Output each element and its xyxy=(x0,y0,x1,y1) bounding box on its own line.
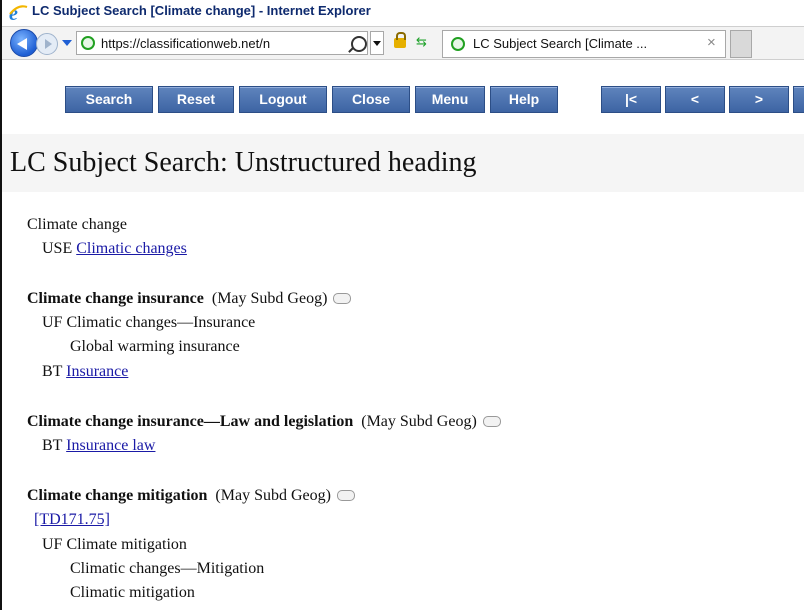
new-tab-button[interactable] xyxy=(730,30,752,58)
navigation-bar: https://classificationweb.net/n ⇆ LC Sub… xyxy=(2,27,804,60)
lock-icon[interactable] xyxy=(394,32,406,48)
menu-button[interactable]: Menu xyxy=(415,86,485,113)
uf-line: Climatic changes—Mitigation xyxy=(70,559,264,579)
bt-link[interactable]: Insurance xyxy=(66,363,128,380)
last-page-button-partial[interactable] xyxy=(793,86,804,113)
url-text[interactable]: https://classificationweb.net/n xyxy=(101,36,270,51)
bt-line: BT Insurance law xyxy=(42,436,155,456)
heading-text: Climate change mitigation xyxy=(27,487,208,504)
geog-qualifier: (May Subd Geog) xyxy=(215,487,331,504)
toolbar: Search Reset Logout Close Menu Help |< <… xyxy=(2,60,804,136)
use-link[interactable]: Climatic changes xyxy=(76,240,187,257)
search-button[interactable]: Search xyxy=(65,86,153,113)
page-icon xyxy=(81,36,95,50)
geog-qualifier: (May Subd Geog) xyxy=(211,290,328,307)
help-button[interactable]: Help xyxy=(490,86,558,113)
tab-title[interactable]: LC Subject Search [Climate ... xyxy=(473,36,647,51)
browser-window: e LC Subject Search [Climate change] - I… xyxy=(0,0,804,610)
uf-line: UF Climate mitigation xyxy=(42,535,187,555)
tab-close-icon[interactable]: × xyxy=(707,34,716,51)
class-number-link[interactable]: [TD171.75] xyxy=(34,511,110,528)
uf-term: Climatic changes—Mitigation xyxy=(70,560,265,577)
uf-line: UF Climatic changes—Insurance xyxy=(42,313,255,333)
bt-line: BT Insurance xyxy=(42,362,128,382)
reset-button[interactable]: Reset xyxy=(158,86,234,113)
results-content: Climate change USE Climatic changes Clim… xyxy=(2,196,804,610)
logout-button[interactable]: Logout xyxy=(239,86,327,113)
entry-heading: Climate change xyxy=(27,215,127,235)
heading-text: Climate change xyxy=(27,216,127,233)
uf-label: UF xyxy=(42,314,63,331)
uf-line: Global warming insurance xyxy=(70,337,240,357)
browser-tab[interactable]: LC Subject Search [Climate ... × xyxy=(442,30,726,58)
comment-icon[interactable] xyxy=(336,489,355,501)
heading-text: Climate change insurance xyxy=(27,290,204,307)
next-page-button[interactable]: > xyxy=(729,86,789,113)
history-dropdown-icon[interactable] xyxy=(62,40,72,46)
internet-explorer-icon: e xyxy=(9,3,28,23)
first-page-button[interactable]: |< xyxy=(601,86,661,113)
use-label: USE xyxy=(42,240,73,257)
uf-term: Climate mitigation xyxy=(66,536,187,553)
address-bar[interactable]: https://classificationweb.net/n xyxy=(76,31,368,55)
entry-heading: Climate change mitigation (May Subd Geog… xyxy=(27,486,355,506)
entry-heading: Climate change insurance (May Subd Geog) xyxy=(27,289,352,309)
title-bar: e LC Subject Search [Climate change] - I… xyxy=(2,0,804,27)
bt-label: BT xyxy=(42,437,63,454)
page-title: LC Subject Search: Unstructured heading xyxy=(10,147,477,178)
back-icon[interactable] xyxy=(10,29,38,57)
heading-text: Climate change insurance—Law and legisla… xyxy=(27,413,354,430)
bt-label: BT xyxy=(42,363,63,380)
refresh-icon[interactable]: ⇆ xyxy=(416,34,434,52)
search-icon[interactable] xyxy=(351,36,367,52)
entry-heading: Climate change insurance—Law and legisla… xyxy=(27,412,501,432)
window-title: LC Subject Search [Climate change] - Int… xyxy=(32,3,371,18)
uf-term: Global warming insurance xyxy=(70,338,240,355)
uf-label: UF xyxy=(42,536,63,553)
class-number-line: [TD171.75] xyxy=(34,510,110,530)
uf-term: Climatic changes—Insurance xyxy=(66,314,256,331)
close-button[interactable]: Close xyxy=(332,86,410,113)
comment-icon[interactable] xyxy=(333,292,352,304)
comment-icon[interactable] xyxy=(482,415,501,427)
tab-page-icon xyxy=(451,37,465,51)
bt-link[interactable]: Insurance law xyxy=(66,437,155,454)
uf-term: Climatic mitigation xyxy=(70,584,195,601)
geog-qualifier: (May Subd Geog) xyxy=(361,413,477,430)
address-dropdown-icon[interactable] xyxy=(370,31,384,55)
use-reference: USE Climatic changes xyxy=(42,239,187,259)
forward-icon[interactable] xyxy=(36,33,58,55)
uf-line: Climatic mitigation xyxy=(70,583,195,603)
previous-page-button[interactable]: < xyxy=(665,86,725,113)
